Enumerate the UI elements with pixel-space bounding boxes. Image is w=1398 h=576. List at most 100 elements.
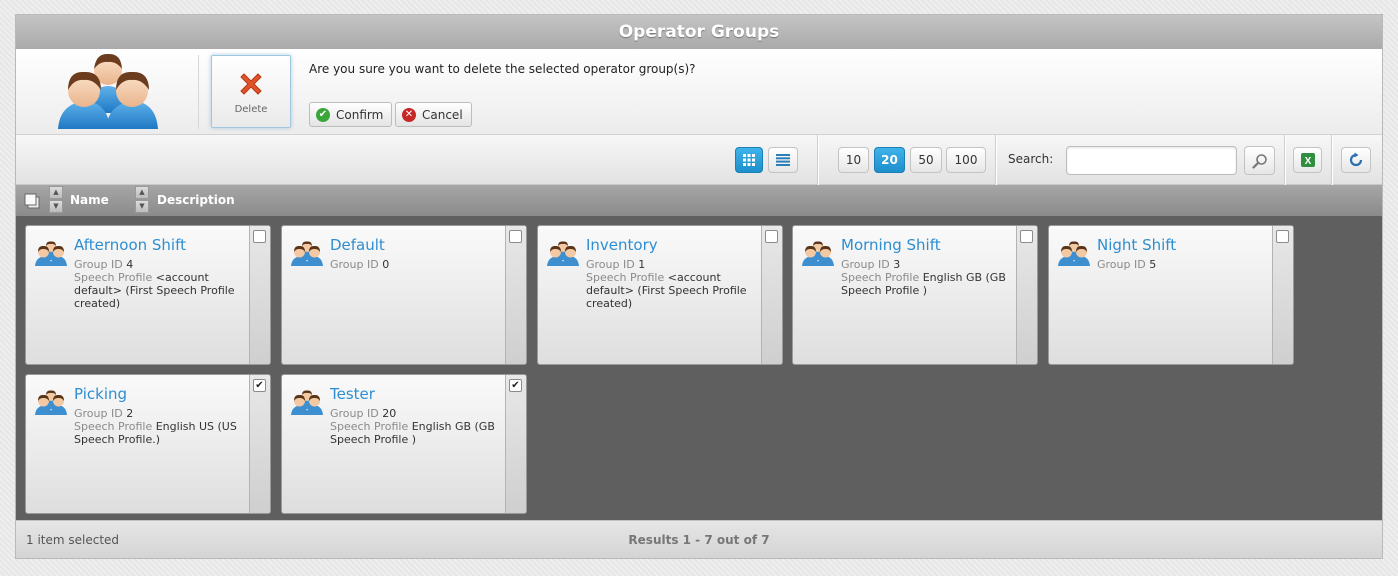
sort-down-icon[interactable]: ▼: [135, 200, 149, 213]
speech-profile-label: Speech Profile: [74, 271, 153, 284]
card-checkbox[interactable]: [765, 230, 778, 243]
group-id-label: Group ID: [330, 258, 379, 271]
speech-profile-label: Speech Profile: [586, 271, 665, 284]
cancel-button[interactable]: ✕ Cancel: [395, 102, 472, 127]
sort-down-icon[interactable]: ▼: [49, 200, 63, 213]
confirm-button[interactable]: ✔ Confirm: [309, 102, 393, 127]
name-sort-control[interactable]: ▲ ▼: [49, 186, 63, 214]
group-id-label: Group ID: [74, 407, 123, 420]
card-checkbox[interactable]: [253, 230, 266, 243]
export-excel-button[interactable]: X: [1293, 147, 1322, 173]
group-card-grid: Afternoon Shift Group ID 4 Speech Profil…: [16, 216, 1382, 522]
group-card[interactable]: Morning Shift Group ID 3 Speech Profile …: [792, 225, 1038, 365]
group-name: Inventory: [586, 236, 658, 254]
group-name: Morning Shift: [841, 236, 941, 254]
card-checkbox-checked[interactable]: ✔: [509, 379, 522, 392]
card-select-strip[interactable]: [1272, 226, 1293, 364]
page-size-50-button[interactable]: 50: [910, 147, 942, 173]
group-id-value: 20: [382, 407, 397, 420]
selection-count: 1 item selected: [26, 533, 120, 547]
refresh-button[interactable]: [1341, 147, 1371, 173]
group-details: Group ID 20 Speech Profile English GB (G…: [330, 407, 502, 446]
group-card[interactable]: Picking Group ID 2 Speech Profile Englis…: [25, 374, 271, 514]
group-card[interactable]: Tester Group ID 20 Speech Profile Englis…: [281, 374, 527, 514]
group-name: Picking: [74, 385, 128, 403]
column-name[interactable]: Name: [70, 193, 109, 207]
toolbar: 10 20 50 100 Search: X: [16, 135, 1382, 185]
group-details: Group ID 2 Speech Profile English US (US…: [74, 407, 246, 446]
select-all-icon[interactable]: [24, 193, 40, 209]
description-sort-control[interactable]: ▲ ▼: [135, 186, 149, 214]
sort-up-icon[interactable]: ▲: [135, 186, 149, 199]
operator-group-icon: [547, 241, 579, 266]
card-select-strip[interactable]: [249, 375, 270, 513]
speech-profile-label: Speech Profile: [74, 420, 153, 433]
speech-profile-label: Speech Profile: [330, 420, 409, 433]
group-id-value: 5: [1149, 258, 1157, 271]
list-view-icon: [776, 154, 790, 166]
group-details: Group ID 0: [330, 258, 502, 271]
operator-group-icon: [291, 390, 323, 415]
delete-button[interactable]: Delete: [211, 55, 291, 128]
card-select-strip[interactable]: [761, 226, 782, 364]
group-name: Afternoon Shift: [74, 236, 186, 254]
card-checkbox[interactable]: [509, 230, 522, 243]
group-card[interactable]: Inventory Group ID 1 Speech Profile <acc…: [537, 225, 783, 365]
search-label: Search:: [1008, 152, 1054, 166]
page-size-10-button[interactable]: 10: [838, 147, 869, 173]
group-name: Tester: [330, 385, 375, 403]
card-select-strip[interactable]: [1016, 226, 1037, 364]
toolbar-divider: [1284, 135, 1285, 185]
cancel-button-label: Cancel: [422, 107, 463, 122]
group-details: Group ID 4 Speech Profile <account defau…: [74, 258, 246, 310]
svg-text:X: X: [1304, 156, 1311, 167]
delete-confirmation-question: Are you sure you want to delete the sele…: [309, 62, 696, 76]
cancel-circle-icon: ✕: [402, 107, 416, 122]
card-checkbox[interactable]: [1276, 230, 1289, 243]
header-divider: [198, 55, 199, 129]
operator-group-icon: [802, 241, 834, 266]
page-size-100-button[interactable]: 100: [946, 147, 986, 173]
speech-profile-label: Speech Profile: [841, 271, 920, 284]
column-description[interactable]: Description: [157, 193, 235, 207]
card-select-strip[interactable]: [249, 226, 270, 364]
group-details: Group ID 5: [1097, 258, 1269, 271]
group-id-value: 1: [638, 258, 646, 271]
grid-view-button[interactable]: [735, 147, 763, 173]
operator-group-icon: [291, 241, 323, 266]
delete-x-icon: [240, 73, 262, 95]
list-view-button[interactable]: [768, 147, 798, 173]
group-id-label: Group ID: [74, 258, 123, 271]
group-card[interactable]: Afternoon Shift Group ID 4 Speech Profil…: [25, 225, 271, 365]
toolbar-divider: [995, 135, 996, 185]
delete-button-label: Delete: [234, 104, 268, 115]
card-select-strip[interactable]: [505, 226, 526, 364]
group-id-value: 2: [126, 407, 134, 420]
search-input[interactable]: [1066, 146, 1237, 175]
group-id-label: Group ID: [1097, 258, 1146, 271]
group-details: Group ID 3 Speech Profile English GB (GB…: [841, 258, 1013, 297]
page-size-20-button[interactable]: 20: [874, 147, 905, 173]
toolbar-divider: [817, 135, 818, 185]
card-select-strip[interactable]: [505, 375, 526, 513]
operator-group-icon: [35, 241, 67, 266]
card-checkbox-checked[interactable]: ✔: [253, 379, 266, 392]
group-id-label: Group ID: [841, 258, 890, 271]
magnifier-icon: [1251, 153, 1267, 169]
group-details: Group ID 1 Speech Profile <account defau…: [586, 258, 758, 310]
group-name: Default: [330, 236, 385, 254]
group-card[interactable]: Default Group ID 0: [281, 225, 527, 365]
operator-group-icon: [1058, 241, 1090, 266]
group-id-label: Group ID: [586, 258, 635, 271]
operator-group-icon: [35, 390, 67, 415]
check-circle-icon: ✔: [316, 107, 330, 122]
card-checkbox[interactable]: [1020, 230, 1033, 243]
group-id-label: Group ID: [330, 407, 379, 420]
grid-view-icon: [743, 154, 755, 166]
group-name: Night Shift: [1097, 236, 1177, 254]
group-card[interactable]: Night Shift Group ID 5: [1048, 225, 1294, 365]
excel-icon: X: [1300, 153, 1315, 167]
confirm-button-label: Confirm: [336, 107, 384, 122]
search-button[interactable]: [1244, 146, 1275, 175]
sort-up-icon[interactable]: ▲: [49, 186, 63, 199]
